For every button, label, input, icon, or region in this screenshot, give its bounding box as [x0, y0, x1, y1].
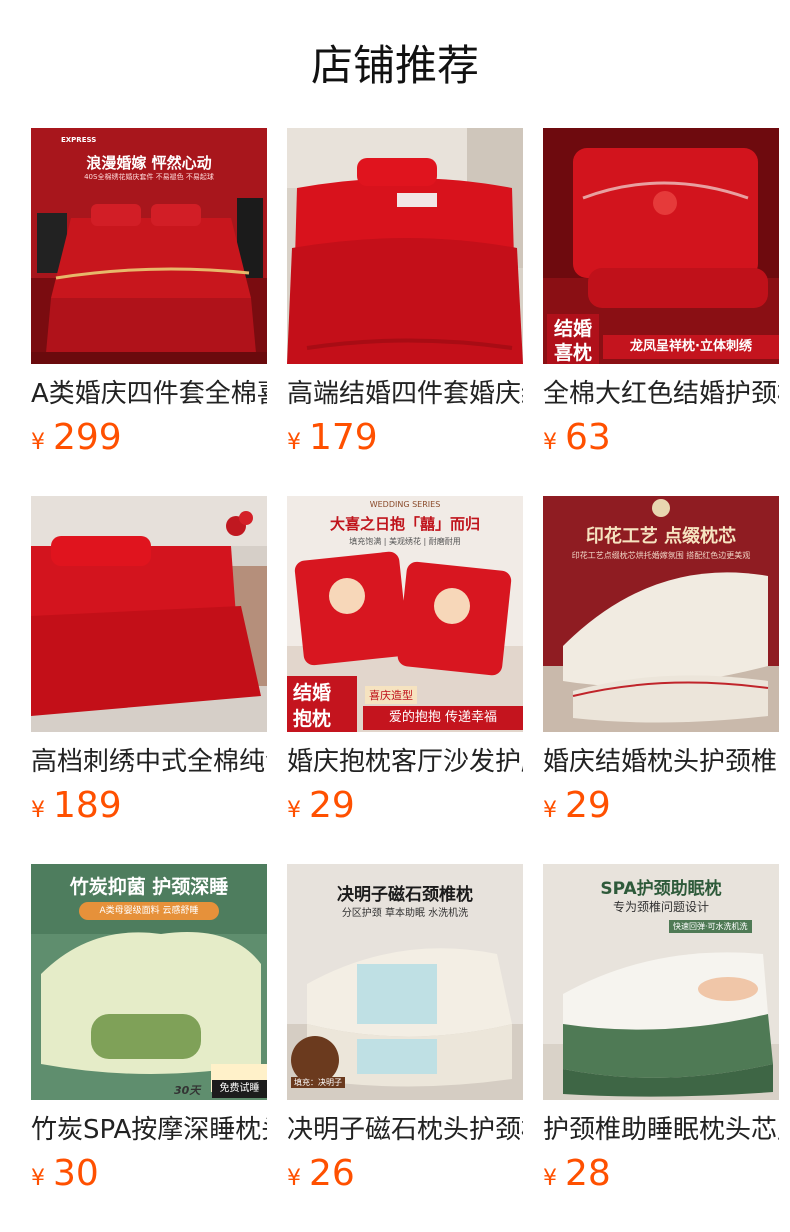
product-name[interactable]: 决明子磁石枕头护颈椎: [287, 1114, 523, 1146]
price-value: 189: [53, 785, 122, 826]
product-price: ¥29: [287, 786, 355, 826]
currency-symbol: ¥: [287, 1166, 301, 1191]
price-value: 63: [565, 417, 611, 458]
image-subline: 40S全棉绣花婚庆套件 不易褪色 不易起球: [84, 173, 214, 181]
image-caption: 龙凤呈祥枕·立体刺绣: [603, 335, 779, 359]
image-subline: 填充饱满 | 美观绣花 | 耐磨耐用: [349, 537, 461, 546]
feature-badge: 快速回弹·可水洗机洗: [669, 920, 752, 933]
image-headline: 浪漫婚嫁 怦然心动: [86, 154, 212, 172]
image-headline: 竹炭抑菌 护颈深睡: [69, 876, 229, 898]
product-price: ¥179: [287, 418, 378, 458]
price-value: 26: [309, 1153, 355, 1194]
price-value: 299: [53, 417, 122, 458]
product-image[interactable]: [31, 496, 267, 732]
currency-symbol: ¥: [543, 798, 557, 823]
product-image[interactable]: 结婚 喜枕 龙凤呈祥枕·立体刺绣: [543, 128, 779, 364]
trial-label: 免费试睡: [212, 1080, 267, 1098]
currency-symbol: ¥: [31, 430, 45, 455]
image-subline: 分区护颈 草本助眠 水洗机洗: [341, 908, 469, 919]
product-price: ¥29: [543, 786, 611, 826]
product-image[interactable]: WEDDING SERIES 大喜之日抱「囍」而归 填充饱满 | 美观绣花 | …: [287, 496, 523, 732]
currency-symbol: ¥: [287, 798, 301, 823]
image-headline: 印花工艺 点缀枕芯: [585, 526, 737, 547]
product-price: ¥26: [287, 1154, 355, 1194]
image-headline: 决明子磁石颈椎枕: [337, 885, 473, 905]
section-title: 店铺推荐: [310, 41, 479, 90]
product-image[interactable]: [287, 128, 523, 364]
price-value: 29: [565, 785, 611, 826]
price-value: 179: [309, 417, 378, 458]
product-name[interactable]: 婚庆抱枕客厅沙发护腰: [287, 746, 523, 778]
product-image[interactable]: EXPRESS 浪漫婚嫁 怦然心动 40S全棉绣花婚庆套件 不易褪色 不易起球: [31, 128, 267, 364]
image-tag-2: 抱枕: [293, 708, 332, 730]
product-price: ¥299: [31, 418, 122, 458]
image-tag-2: 喜枕: [547, 338, 599, 364]
image-subline: 专为颈椎问题设计: [612, 900, 709, 914]
price-value: 29: [309, 785, 355, 826]
currency-symbol: ¥: [543, 1166, 557, 1191]
image-tag-1: 结婚: [293, 682, 332, 704]
product-price: ¥28: [543, 1154, 611, 1194]
series-label: WEDDING SERIES: [369, 500, 441, 509]
fill-label: 填充：决明子: [291, 1077, 345, 1088]
product-name[interactable]: 高档刺绣中式全棉纯色: [31, 746, 267, 778]
product-image[interactable]: SPA护颈助眠枕 专为颈椎问题设计 快速回弹·可水洗机洗: [543, 864, 779, 1100]
currency-symbol: ¥: [31, 798, 45, 823]
trial-days: 30天: [174, 1084, 201, 1097]
product-name[interactable]: A类婚庆四件套全棉喜: [31, 378, 267, 410]
product-image[interactable]: 竹炭抑菌 护颈深睡 A类母婴级面料 云感舒睡 30天 免费试睡: [31, 864, 267, 1100]
image-headline: SPA护颈助眠枕: [600, 879, 722, 899]
product-price: ¥63: [543, 418, 611, 458]
currency-symbol: ¥: [31, 1166, 45, 1191]
product-name[interactable]: 全棉大红色结婚护颈枕: [543, 378, 779, 410]
brand-badge: EXPRESS: [61, 136, 97, 144]
price-value: 28: [565, 1153, 611, 1194]
price-value: 30: [53, 1153, 99, 1194]
image-subline: 印花工艺点缀枕芯烘托婚嫁氛围 搭配红色边更美观: [571, 551, 751, 560]
currency-symbol: ¥: [287, 430, 301, 455]
image-badge: 喜庆造型: [365, 686, 417, 704]
product-name[interactable]: 高端结婚四件套婚庆红: [287, 378, 523, 410]
image-tag-1: 结婚: [547, 314, 599, 341]
product-name[interactable]: 竹炭SPA按摩深睡枕头: [31, 1114, 267, 1146]
product-image[interactable]: 决明子磁石颈椎枕 分区护颈 草本助眠 水洗机洗 填充：决明子: [287, 864, 523, 1100]
image-caption: 爱的抱抱 传递幸福: [363, 706, 523, 730]
image-subline: A类母婴级面料 云感舒睡: [79, 902, 219, 920]
product-name[interactable]: 婚庆结婚枕头护颈椎: [543, 746, 779, 778]
product-price: ¥189: [31, 786, 122, 826]
product-price: ¥30: [31, 1154, 99, 1194]
currency-symbol: ¥: [543, 430, 557, 455]
image-headline: 大喜之日抱「囍」而归: [329, 515, 480, 533]
product-image[interactable]: 印花工艺 点缀枕芯 印花工艺点缀枕芯烘托婚嫁氛围 搭配红色边更美观: [543, 496, 779, 732]
product-name[interactable]: 护颈椎助睡眠枕头芯成: [543, 1114, 779, 1146]
